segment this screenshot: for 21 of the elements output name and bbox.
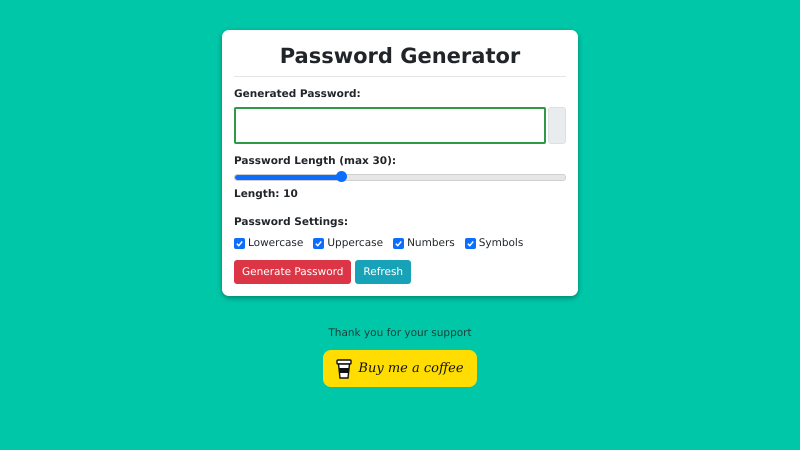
refresh-button[interactable]: Refresh xyxy=(355,260,412,284)
checkbox[interactable] xyxy=(393,238,404,248)
password-field[interactable] xyxy=(234,107,546,144)
length-slider[interactable] xyxy=(234,174,566,181)
coffee-button[interactable]: Buy me a coffee xyxy=(323,350,477,387)
checkbox[interactable] xyxy=(464,238,476,248)
length-reading: Length: 10 xyxy=(234,188,299,200)
field-label: Password Length (max 30): xyxy=(234,155,398,167)
checkbox-label: Uppercase xyxy=(327,237,384,249)
field-label: Generated Password: xyxy=(234,88,362,100)
field-label: Password Settings: xyxy=(234,216,350,228)
checkbox[interactable] xyxy=(234,238,245,248)
generate-button[interactable]: Generate Password xyxy=(234,260,352,284)
page-title: Password Generator xyxy=(278,43,522,70)
checkbox-label: Symbols xyxy=(478,237,524,249)
cup-icon xyxy=(336,358,352,380)
support-text: Thank you for your support xyxy=(328,327,472,339)
checkbox-label: Numbers xyxy=(407,237,455,249)
checkbox[interactable] xyxy=(313,238,324,248)
checkbox-label: Lowercase xyxy=(248,237,304,249)
slider-thumb[interactable] xyxy=(336,171,347,182)
